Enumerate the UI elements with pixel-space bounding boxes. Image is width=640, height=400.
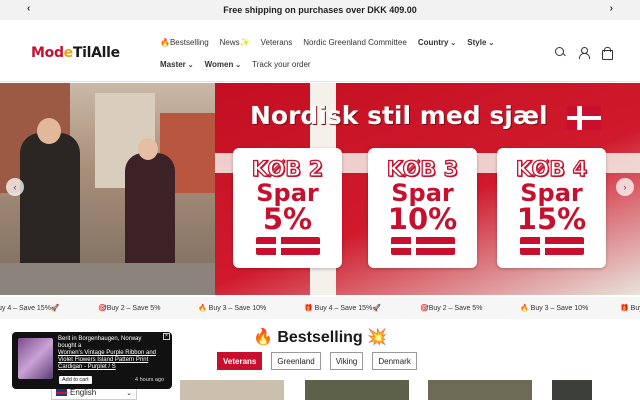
add-to-cart-button[interactable]: Add to cart: [59, 376, 92, 384]
nav-country-dropdown[interactable]: Country: [418, 38, 456, 47]
product-card[interactable]: [180, 380, 284, 400]
offer-buy-label: KØB 3: [386, 156, 459, 181]
marquee-item: 🎯Buy 2 – Save 5%: [420, 305, 483, 312]
offer-buy-label: KØB 2: [251, 156, 324, 181]
chevron-down-icon: ⌄: [126, 389, 132, 397]
announcement-bar: ‹ Free shipping on purchases over DKK 40…: [0, 0, 640, 20]
tab-viking[interactable]: Viking: [329, 352, 364, 370]
promo-marquee: uy 4 – Save 15%🚀 🎯Buy 2 – Save 5% 🔥 Buy …: [0, 297, 640, 319]
marquee-item: 🎯Buy 2 – Save 5%: [98, 305, 161, 312]
nav-bestselling[interactable]: 🔥Bestselling: [160, 38, 209, 47]
nav-master-dropdown[interactable]: Master: [160, 60, 194, 69]
cart-icon[interactable]: [601, 47, 613, 60]
recent-purchase-popup[interactable]: Berit in Borgenhaugen, Norway bought a W…: [12, 332, 172, 389]
nav-women-dropdown[interactable]: Women: [205, 60, 242, 69]
nav-news[interactable]: News✨: [220, 38, 250, 47]
language-label: English: [70, 388, 97, 397]
logo-part-3: TilAlle: [72, 45, 120, 61]
announcement-text: Free shipping on purchases over DKK 409.…: [223, 5, 417, 15]
hero-photo-couple: [0, 83, 240, 295]
search-icon[interactable]: [555, 47, 566, 58]
site-header: ModeTilAlle 🔥Bestselling News✨ Veterans …: [0, 20, 640, 82]
product-card[interactable]: [428, 380, 532, 400]
offer-card-buy-4[interactable]: KØB 4 Spar 15%: [497, 148, 606, 268]
offer-percent: 10%: [387, 202, 458, 236]
tab-greenland[interactable]: Greenland: [271, 352, 321, 370]
marquee-item: 🎁 Buy 4 – S: [620, 305, 640, 312]
denmark-flag-icon: [519, 237, 584, 255]
popup-timestamp: 4 hours ago: [135, 377, 165, 383]
uk-flag-icon: [56, 389, 67, 396]
offer-card-buy-3[interactable]: KØB 3 Spar 10%: [368, 148, 477, 268]
product-card[interactable]: [305, 380, 409, 400]
logo-part-2: e: [63, 45, 74, 61]
product-card[interactable]: [552, 380, 592, 400]
marquee-item: 🔥 Buy 3 – Save 10%: [520, 305, 589, 312]
hero-prev-button[interactable]: ‹: [6, 178, 24, 196]
site-logo[interactable]: ModeTilAlle: [31, 45, 120, 61]
popup-product-link[interactable]: Women's Vintage Purple Ribbon and Violet…: [58, 350, 170, 371]
popup-buyer: Berit in Borgenhaugen, Norway: [58, 336, 142, 342]
collection-tabs: Veterans Greenland Viking Denmark: [217, 352, 417, 370]
marquee-item: uy 4 – Save 15%🚀: [0, 305, 60, 312]
offer-buy-label: KØB 4: [515, 156, 588, 181]
denmark-flag-icon: [255, 237, 320, 255]
denmark-flag-icon: [390, 237, 455, 255]
account-icon[interactable]: [578, 47, 590, 59]
nav-nordic-greenland[interactable]: Nordic Greenland Committee: [303, 38, 407, 47]
offer-card-buy-2[interactable]: KØB 2 Spar 5%: [233, 148, 342, 268]
main-nav-row-2: Master Women Track your order: [160, 60, 311, 69]
popup-bought-text: bought a: [58, 343, 82, 349]
tab-veterans[interactable]: Veterans: [217, 352, 263, 370]
main-nav-row-1: 🔥Bestselling News✨ Veterans Nordic Green…: [160, 38, 494, 47]
nav-track-order[interactable]: Track your order: [252, 60, 310, 69]
hero-next-button[interactable]: ›: [616, 178, 634, 196]
marquee-item: 🔥 Buy 3 – Save 10%: [198, 305, 267, 312]
logo-part-1: Mod: [31, 45, 64, 61]
header-icons: [555, 47, 613, 60]
offer-percent: 15%: [516, 202, 587, 236]
offer-percent: 5%: [262, 202, 313, 236]
hero-headline: Nordisk stil med sjæl: [250, 101, 548, 130]
announcement-next-arrow[interactable]: ›: [610, 3, 613, 14]
announcement-prev-arrow[interactable]: ‹: [27, 3, 30, 14]
close-icon[interactable]: ×: [163, 333, 170, 340]
denmark-flag-icon: [567, 106, 601, 130]
nav-style-dropdown[interactable]: Style: [467, 38, 494, 47]
marquee-item: 🎁 Buy 4 – Save 15%🚀: [304, 305, 381, 312]
tab-denmark[interactable]: Denmark: [372, 352, 417, 370]
product-thumbnail[interactable]: [18, 338, 53, 379]
nav-veterans[interactable]: Veterans: [261, 38, 293, 47]
